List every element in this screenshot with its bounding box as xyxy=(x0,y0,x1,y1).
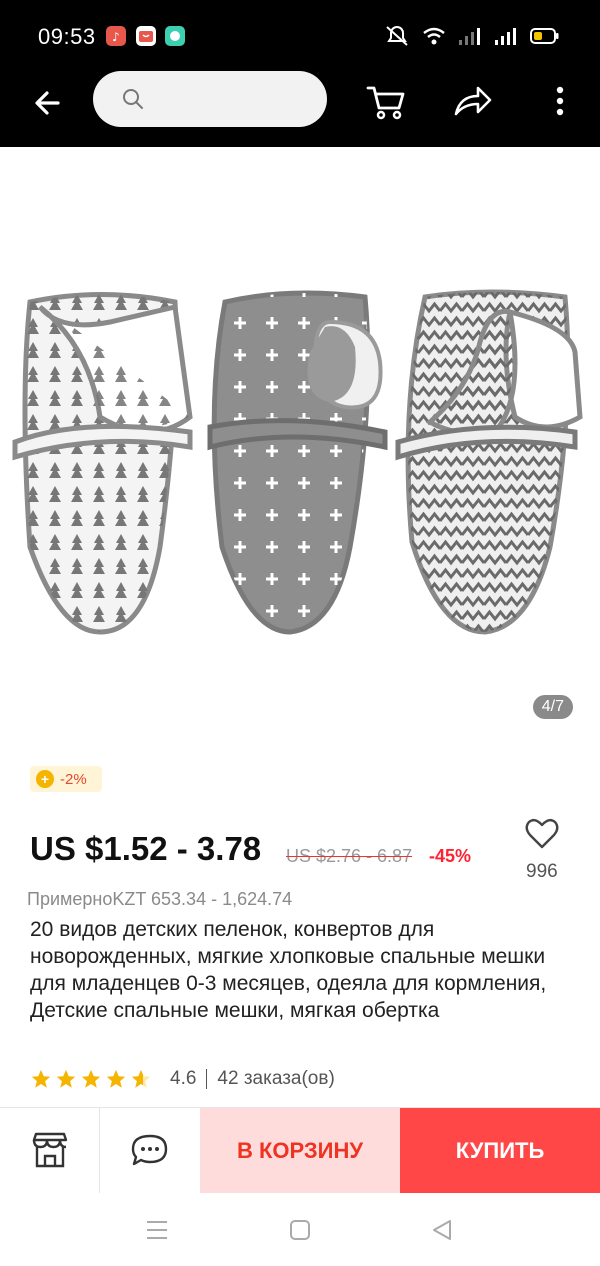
star-icon xyxy=(81,1069,101,1088)
swaddle-zigzag xyxy=(395,289,583,635)
music-app-icon: ♪ xyxy=(106,26,126,46)
home-icon[interactable] xyxy=(288,1218,312,1242)
shopping-app-icon xyxy=(136,26,156,46)
orders-count: 42 заказа(ов) xyxy=(217,1068,335,1089)
coupon-text: -2% xyxy=(60,770,87,788)
divider xyxy=(206,1069,208,1089)
signal-icon xyxy=(459,28,480,45)
status-bar: 09:53 ♪ xyxy=(0,0,600,75)
coin-icon: + xyxy=(36,770,54,788)
svg-text:♪: ♪ xyxy=(112,30,120,44)
back-arrow-icon[interactable] xyxy=(30,85,66,121)
swaddle-crosses xyxy=(207,290,388,635)
swaddle-trees xyxy=(12,292,193,635)
buy-now-button[interactable]: КУПИТЬ xyxy=(400,1108,600,1194)
share-icon[interactable] xyxy=(452,80,494,122)
bottom-action-bar: В КОРЗИНУ КУПИТЬ xyxy=(0,1107,600,1194)
store-button[interactable] xyxy=(0,1108,100,1194)
mute-icon xyxy=(386,25,408,46)
chat-button[interactable] xyxy=(100,1108,200,1194)
search-input[interactable] xyxy=(93,71,327,127)
back-icon[interactable] xyxy=(430,1218,454,1242)
search-icon xyxy=(123,89,143,109)
half-star-icon xyxy=(131,1069,151,1088)
product-title: 20 видов детских пеленок, конвертов для … xyxy=(30,918,547,1022)
wishlist-count: 996 xyxy=(526,861,558,882)
coupon-badge[interactable]: + -2% xyxy=(30,766,102,792)
star-icon xyxy=(106,1069,126,1088)
star-icon xyxy=(56,1069,76,1088)
approx-price: ПримерноKZT 653.34 - 1,624.74 xyxy=(27,889,293,909)
chat-app-icon xyxy=(165,26,185,46)
cart-icon[interactable] xyxy=(365,80,407,122)
more-menu-icon[interactable] xyxy=(539,80,581,122)
chat-icon xyxy=(131,1134,168,1166)
store-icon xyxy=(32,1132,68,1168)
signal-icon-2 xyxy=(495,28,516,45)
price: US $1.52 - 3.78 xyxy=(30,830,262,867)
discount-percent: -45% xyxy=(429,846,472,866)
rating-stars xyxy=(30,1068,152,1090)
old-price: US $2.76 - 6.87 xyxy=(286,846,413,866)
heart-icon[interactable] xyxy=(524,816,560,852)
rating-row[interactable]: 4.6 42 заказа(ов) xyxy=(30,1068,335,1090)
rating-value: 4.6 xyxy=(170,1068,197,1089)
battery-icon xyxy=(530,28,559,44)
top-bar xyxy=(0,71,600,147)
product-image xyxy=(12,289,583,635)
wifi-icon xyxy=(423,27,445,45)
gallery-counter: 4/7 xyxy=(532,695,573,719)
star-icon xyxy=(31,1069,51,1088)
system-nav-bar xyxy=(0,1193,600,1266)
product-image-gallery[interactable] xyxy=(0,147,600,737)
clock: 09:53 xyxy=(38,24,96,49)
add-to-cart-button[interactable]: В КОРЗИНУ xyxy=(200,1108,400,1194)
recent-apps-icon[interactable] xyxy=(144,1218,170,1242)
